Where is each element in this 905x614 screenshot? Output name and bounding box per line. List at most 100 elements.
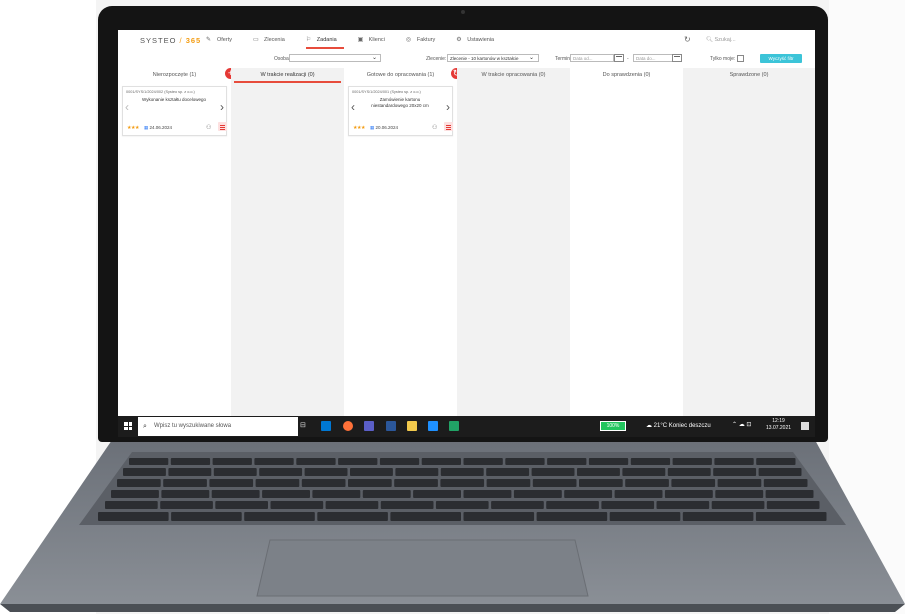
keyboard-key <box>304 468 348 476</box>
task-card[interactable]: 0001/SYS/1/2024/001 (Systeo sp. z o.o.) … <box>348 86 453 136</box>
keyboard-key <box>756 458 796 465</box>
file-explorer-icon[interactable] <box>407 421 417 431</box>
nav-label: Ustawienia <box>467 37 495 43</box>
keyboard-key <box>713 468 757 476</box>
keyboard-key <box>546 501 599 509</box>
taskbar-clock[interactable]: 12:19 13.07.2021 <box>766 418 791 432</box>
firefox-icon[interactable] <box>343 421 353 431</box>
refresh-icon[interactable]: ↻ <box>684 35 691 44</box>
filter-bar: Osoba: ⌄ Zlecenie: Zlecenie - 10 kartonó… <box>118 52 815 66</box>
keyboard-key <box>672 458 712 465</box>
date-separator: - <box>627 56 629 62</box>
teams-icon[interactable] <box>364 421 374 431</box>
nav-oferty[interactable]: ✎ Oferty <box>206 37 232 43</box>
column-title: W trakcie realizacji (0) <box>260 72 315 78</box>
keyboard-key <box>244 512 315 521</box>
nav-ustawienia[interactable]: ⚙ Ustawienia <box>456 37 494 43</box>
task-view-icon[interactable]: ⊟ <box>300 421 310 431</box>
keyboard-key <box>111 490 159 498</box>
nav-klienci[interactable]: ▣ Klienci <box>358 37 385 43</box>
brand-prefix: SYSTEO <box>140 36 177 45</box>
flag-icon: ⚐ <box>305 37 312 43</box>
nav-zadania[interactable]: ⚐ Zadania <box>306 37 337 43</box>
nav-faktury[interactable]: ◎ Faktury <box>406 37 435 43</box>
search-input[interactable]: 🔍︎ Szukaj... <box>706 37 736 43</box>
brand-slash: / <box>179 36 183 45</box>
only-mine-checkbox[interactable] <box>737 55 744 62</box>
person-filter-label: Osoba: <box>274 56 291 62</box>
invoice-icon: ◎ <box>405 37 412 43</box>
word-icon[interactable] <box>386 421 396 431</box>
date-from-input[interactable]: Data od... <box>570 54 614 62</box>
menu-icon[interactable] <box>218 122 227 131</box>
task-card[interactable]: 0001/SYS/1/2024/002 (Systeo sp. z o.o.) … <box>122 86 227 136</box>
order-filter-select[interactable]: Zlecenie - 10 kartonów w kształcie <box>447 54 539 62</box>
calendar-icon[interactable] <box>614 54 624 62</box>
menu-icon[interactable] <box>444 122 453 131</box>
keyboard-key <box>394 479 438 487</box>
calendar-icon: ▦ <box>144 125 149 130</box>
chevron-down-icon: ⌄ <box>529 55 535 61</box>
keyboard-key <box>564 490 613 498</box>
system-tray[interactable]: ⌃ ☁ ⊡ <box>732 421 751 428</box>
keyboard-key <box>505 458 545 465</box>
keyboard-key <box>766 501 820 509</box>
keyboard-key <box>435 501 489 509</box>
keyboard-key <box>259 468 303 476</box>
keyboard-key <box>763 479 808 487</box>
keyboard-key <box>440 468 484 476</box>
date-from-placeholder: Data od... <box>573 56 593 61</box>
task-due-date: ▦ 24.06.2024 <box>144 125 172 131</box>
keyboard-key <box>609 512 681 521</box>
keyboard-key <box>270 501 324 509</box>
keyboard-key <box>715 490 764 498</box>
search-icon: ⌕ <box>143 423 147 430</box>
keyboard-key <box>717 479 762 487</box>
keyboard-key <box>379 458 420 465</box>
keyboard-key <box>588 458 629 465</box>
user-icon[interactable]: ⚇ <box>206 124 211 131</box>
keyboard-key <box>296 458 336 465</box>
nav-zlecenia[interactable]: ▭ Zlecenia <box>253 37 285 43</box>
keyboard-key <box>105 501 158 509</box>
clear-filter-button[interactable]: Wyczyść filtr <box>760 54 802 63</box>
weather-widget[interactable]: ☁ 21°C Koniec deszczu <box>646 422 711 429</box>
date-to-placeholder: Data do... <box>636 56 656 61</box>
taskbar-search-input[interactable]: ⌕ Wpisz tu wyszukiwane słowa <box>138 417 298 436</box>
windows-start-icon[interactable] <box>124 422 132 430</box>
store-icon[interactable] <box>428 421 438 431</box>
keyboard-key <box>212 458 252 465</box>
chevron-right-icon[interactable]: › <box>446 101 450 113</box>
keyboard-key <box>163 479 207 487</box>
chevron-right-icon[interactable]: › <box>220 101 224 113</box>
date-to-input[interactable]: Data do... <box>633 54 674 62</box>
keyboard-key <box>301 479 346 487</box>
chevron-left-icon[interactable]: ‹ <box>125 101 129 113</box>
app-screen: SYSTEO / 365 ✎ Oferty ▭ Zlecenia ⚐ Zadania … <box>118 30 815 437</box>
calendar-icon[interactable] <box>672 54 682 62</box>
folder-icon: ▭ <box>252 37 259 43</box>
notification-icon[interactable] <box>801 422 809 430</box>
keyboard-key <box>579 479 623 487</box>
keyboard-key <box>547 458 587 465</box>
only-mine-label: Tylko moje: <box>710 56 736 62</box>
keyboard-key <box>211 490 260 498</box>
column-do-sprawdzenia: Do sprawdzenia (0) <box>570 68 683 437</box>
chevron-left-icon[interactable]: ‹ <box>351 101 355 113</box>
task-title: Wykonanie kształtu docelowego <box>142 97 206 102</box>
column-w-trakcie-realizacji: W trakcie realizacji (0) <box>231 68 344 437</box>
gear-icon: ⚙ <box>456 37 462 43</box>
person-filter-select[interactable] <box>289 54 381 62</box>
task-due-date: ▦ 20.06.2024 <box>370 125 398 131</box>
outlook-icon[interactable] <box>321 421 331 431</box>
excel-icon[interactable] <box>449 421 459 431</box>
user-icon[interactable]: ⚇ <box>432 124 437 131</box>
cloud-icon: ☁ <box>646 423 652 429</box>
column-sprawdzone: Sprawdzone (0) <box>683 68 815 437</box>
brand-logo[interactable]: SYSTEO / 365 <box>140 36 201 45</box>
nav-active-indicator <box>306 47 344 49</box>
battery-indicator[interactable]: 100% <box>600 421 626 431</box>
keyboard-key <box>213 468 257 476</box>
task-code: 0001/SYS/1/2024/002 (Systeo sp. z o.o.) <box>126 90 195 94</box>
keyboard-key <box>255 479 300 487</box>
